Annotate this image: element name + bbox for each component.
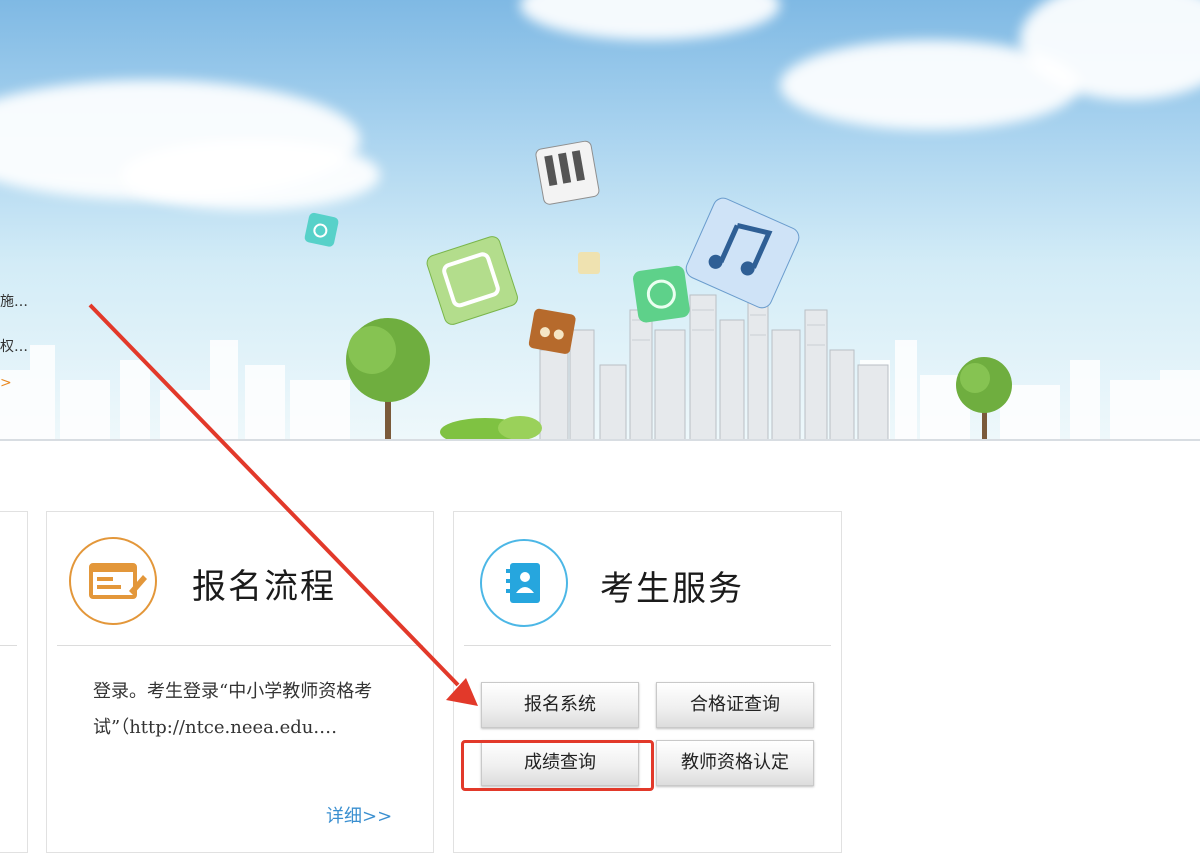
hero-banner: 施… 权… > <box>0 0 1200 440</box>
card-partial <box>0 511 28 853</box>
news-item[interactable]: 施… <box>0 291 28 311</box>
more-details-link[interactable]: 详细>> <box>326 802 392 828</box>
card-divider <box>0 645 17 646</box>
card-divider <box>464 645 831 646</box>
card-title: 报名流程 <box>192 567 336 607</box>
card-title: 考生服务 <box>600 569 744 609</box>
city-illustration <box>0 140 1200 440</box>
address-book-icon <box>480 539 568 627</box>
registration-process-card: 报名流程 登录。考生登录“中小学教师资格考试”（http://ntce.neea… <box>46 511 434 853</box>
highlight-box <box>461 740 654 791</box>
divider <box>0 439 1200 441</box>
teacher-qualification-button[interactable]: 教师资格认定 <box>656 740 814 786</box>
certificate-query-button[interactable]: 合格证查询 <box>656 682 814 728</box>
card-divider <box>57 645 423 646</box>
form-edit-icon <box>69 537 157 625</box>
more-news-link[interactable]: > <box>0 375 12 391</box>
news-item[interactable]: 权… <box>0 336 28 356</box>
card-description: 登录。考生登录“中小学教师资格考试”（http://ntce.neea.edu.… <box>93 681 373 738</box>
registration-system-button[interactable]: 报名系统 <box>481 682 639 728</box>
